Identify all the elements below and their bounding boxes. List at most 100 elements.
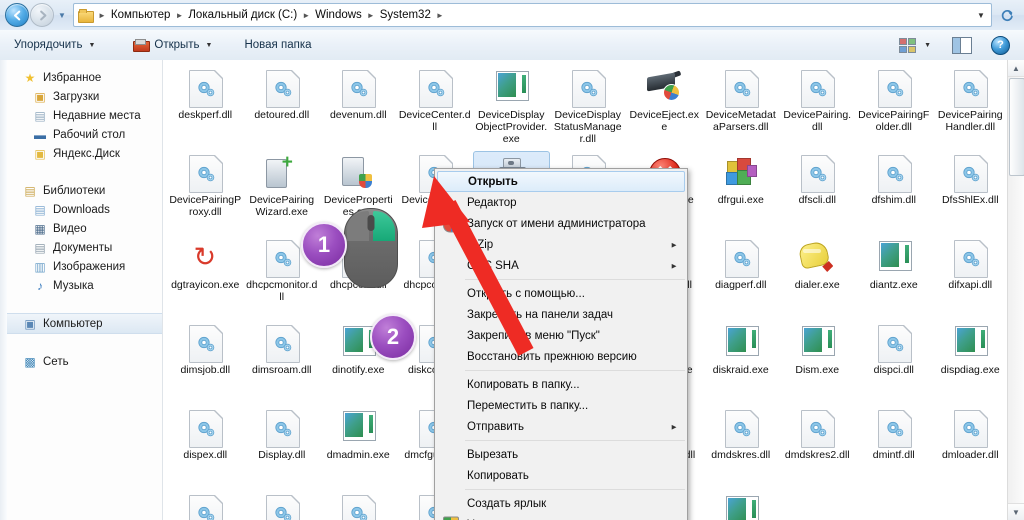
breadcrumb-bar[interactable]: ► Компьютер ► Локальный диск (C:) ► Wind…	[73, 3, 992, 27]
file-name-label: DeviceEject.exe	[629, 109, 699, 133]
file-item[interactable]: difxapi.dll	[932, 236, 1008, 321]
file-item[interactable]: diagperf.dll	[703, 236, 780, 321]
context-menu-item[interactable]: Переместить в папку...	[435, 395, 687, 416]
file-item[interactable]: dfshim.dll	[856, 151, 933, 236]
file-item[interactable]: dmintf.dll	[856, 406, 933, 491]
file-item[interactable]: DeviceCenter.dll	[397, 66, 474, 151]
mouse-wheel	[367, 215, 375, 231]
refresh-button[interactable]	[996, 4, 1018, 26]
file-icon-wrap	[187, 410, 224, 448]
context-menu[interactable]: Открыть Редактор Запуск от имени администр…	[434, 168, 688, 520]
gear-icon	[579, 80, 599, 98]
forward-button[interactable]	[30, 3, 54, 27]
file-item[interactable]: DfsShlEx.dll	[932, 151, 1008, 236]
sidebar-item-downloads[interactable]: ▤ Downloads	[0, 200, 162, 219]
context-menu-item[interactable]: 7-Zip ►	[435, 234, 687, 255]
file-item[interactable]: Display.dll	[244, 406, 321, 491]
help-button[interactable]: ?	[985, 33, 1016, 57]
context-menu-item[interactable]: Отправить ►	[435, 416, 687, 437]
file-item[interactable]: DeviceDisplayObjectProvider.exe	[473, 66, 550, 151]
organize-button[interactable]: Упорядочить ▼	[6, 33, 103, 57]
sidebar-item-недавние-места[interactable]: ▤ Недавние места	[0, 106, 162, 125]
file-item[interactable]: dmadmin.exe	[320, 406, 397, 491]
file-item[interactable]: dnscacheugc.exe	[703, 491, 780, 520]
scrollbar-thumb[interactable]	[1009, 78, 1024, 176]
context-menu-item[interactable]: Копировать	[435, 465, 687, 486]
context-menu-item[interactable]: Удалить	[435, 514, 687, 520]
file-item[interactable]: dimsroam.dll	[244, 321, 321, 406]
file-item[interactable]: DevicePairingFolder.dll	[856, 66, 933, 151]
chevron-down-icon[interactable]: ▼	[973, 11, 989, 20]
sidebar-item-видео[interactable]: ▦ Видео	[0, 219, 162, 238]
file-item[interactable]: DeviceMetadataParsers.dll	[703, 66, 780, 151]
context-menu-item[interactable]: CRC SHA ►	[435, 255, 687, 276]
file-item[interactable]: dmloader.dll	[932, 406, 1008, 491]
file-item[interactable]: diskraid.exe	[703, 321, 780, 406]
context-menu-item[interactable]: Вырезать	[435, 444, 687, 465]
file-item[interactable]: DeviceEject.exe	[626, 66, 703, 151]
file-item[interactable]: dfrgui.exe	[703, 151, 780, 236]
sidebar-item-избранное[interactable]: ★ Избранное	[0, 68, 162, 87]
context-menu-item[interactable]: Копировать в папку...	[435, 374, 687, 395]
gear-icon	[732, 80, 752, 98]
history-dropdown-button[interactable]: ▼	[55, 4, 69, 26]
file-item[interactable]: deskperf.dll	[167, 66, 244, 151]
breadcrumb-item-windows[interactable]: Windows	[312, 8, 365, 22]
breadcrumb-item-system32[interactable]: System32	[377, 8, 434, 22]
context-menu-item[interactable]: Закрепить на панели задач	[435, 304, 687, 325]
context-menu-separator	[465, 489, 685, 490]
context-menu-item[interactable]: Закрепить в меню "Пуск"	[435, 325, 687, 346]
sidebar-item-изображения[interactable]: ▥ Изображения	[0, 257, 162, 276]
new-folder-button[interactable]: Новая папка	[236, 33, 319, 57]
file-item[interactable]: dmutil.dll	[320, 491, 397, 520]
change-view-button[interactable]: ▼	[893, 33, 937, 57]
file-item[interactable]: dfscli.dll	[779, 151, 856, 236]
command-toolbar: Упорядочить ▼ Открыть ▼ Новая папка ▼ ?	[0, 30, 1024, 61]
gear-icon	[273, 420, 293, 438]
sidebar-item-сеть[interactable]: ▩ Сеть	[0, 352, 162, 371]
sidebar-item-компьютер[interactable]: ▣ Компьютер	[0, 313, 162, 334]
breadcrumb-separator: ►	[302, 10, 311, 20]
file-item[interactable]: DevicePairingProxy.dll	[167, 151, 244, 236]
context-menu-item[interactable]: Редактор	[435, 192, 687, 213]
file-item[interactable]: dialer.exe	[779, 236, 856, 321]
context-menu-item[interactable]: Открыть	[437, 171, 685, 192]
sidebar-item-документы[interactable]: ▤ Документы	[0, 238, 162, 257]
file-item[interactable]: DeviceDisplayStatusManager.dll	[550, 66, 627, 151]
file-item[interactable]: DevicePairingHandler.dll	[932, 66, 1008, 151]
open-button[interactable]: Открыть ▼	[125, 33, 220, 57]
dll-file-icon	[724, 70, 759, 108]
sidebar-item-загрузки[interactable]: ▣ Загрузки	[0, 87, 162, 106]
file-item[interactable]: dispci.dll	[856, 321, 933, 406]
preview-pane-button[interactable]	[945, 33, 979, 57]
breadcrumb-item-local-disk[interactable]: Локальный диск (C:)	[185, 8, 300, 22]
dll-file-icon	[877, 70, 912, 108]
file-item[interactable]: dimsjob.dll	[167, 321, 244, 406]
scroll-down-arrow[interactable]: ▼	[1008, 503, 1024, 520]
sidebar-item-библиотеки[interactable]: ▤ Библиотеки	[0, 181, 162, 200]
file-item[interactable]: + DevicePairingWizard.exe	[244, 151, 321, 236]
file-item[interactable]: DevicePairing.dll	[779, 66, 856, 151]
file-item[interactable]: dmocx.dll	[167, 491, 244, 520]
file-item[interactable]: detoured.dll	[244, 66, 321, 151]
file-item[interactable]: Dism.exe	[779, 321, 856, 406]
file-item[interactable]: dispdiag.exe	[932, 321, 1008, 406]
scroll-up-arrow[interactable]: ▲	[1008, 60, 1024, 77]
file-item[interactable]: dmdskres2.dll	[779, 406, 856, 491]
file-item[interactable]: dmrc.dll	[244, 491, 321, 520]
context-menu-item[interactable]: Создать ярлык	[435, 493, 687, 514]
file-item[interactable]: dispex.dll	[167, 406, 244, 491]
sidebar-item-яндекс-диск[interactable]: ▣ Яндекс.Диск	[0, 144, 162, 163]
file-item[interactable]: devenum.dll	[320, 66, 397, 151]
context-menu-item[interactable]: Восстановить прежнюю версию	[435, 346, 687, 367]
context-menu-item[interactable]: Открыть с помощью...	[435, 283, 687, 304]
file-item[interactable]: ↻ dgtrayicon.exe	[167, 236, 244, 321]
breadcrumb-item-computer[interactable]: Компьютер	[108, 8, 174, 22]
sidebar-item-рабочий-стол[interactable]: ▬ Рабочий стол	[0, 125, 162, 144]
vertical-scrollbar[interactable]: ▲ ▼	[1007, 60, 1024, 520]
back-button[interactable]	[5, 3, 29, 27]
sidebar-item-музыка[interactable]: ♪ Музыка	[0, 276, 162, 295]
context-menu-item[interactable]: Запуск от имени администратора	[435, 213, 687, 234]
file-item[interactable]: diantz.exe	[856, 236, 933, 321]
file-item[interactable]: dmdskres.dll	[703, 406, 780, 491]
